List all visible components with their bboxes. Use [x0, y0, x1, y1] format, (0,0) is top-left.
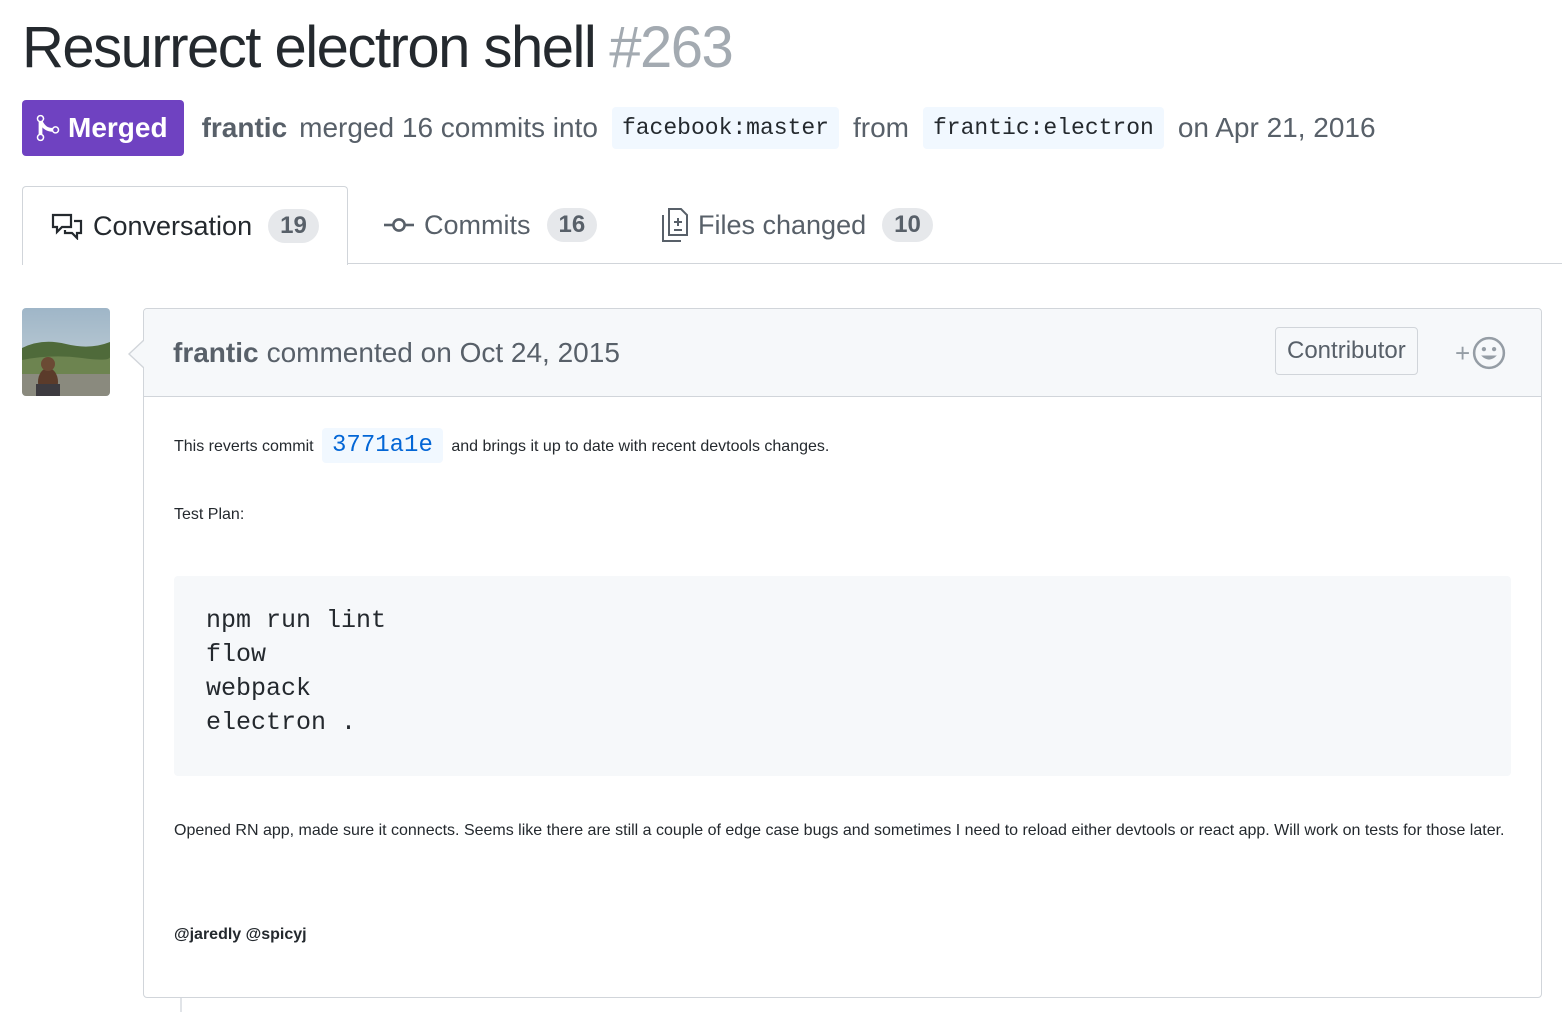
- merge-date: on Apr 21, 2016: [1177, 112, 1376, 143]
- pr-title-text: Resurrect electron shell: [22, 15, 597, 80]
- tab-label: Commits: [424, 209, 531, 240]
- user-mention[interactable]: @spicyj: [246, 926, 307, 943]
- from-text: from: [853, 112, 909, 143]
- text-after-sha: and brings it up to date with recent dev…: [451, 438, 830, 455]
- add-reaction-button[interactable]: +: [1455, 333, 1506, 373]
- timeline-line: [180, 998, 182, 1012]
- pr-tabs: Conversation 19 Commits 16 Files changed…: [22, 186, 1562, 265]
- tab-files-changed[interactable]: Files changed 10: [662, 186, 933, 264]
- head-branch[interactable]: frantic:electron: [923, 107, 1164, 149]
- comment-paragraph: Opened RN app, made sure it connects. Se…: [174, 822, 1505, 839]
- comment-author-link[interactable]: frantic: [173, 337, 259, 369]
- merge-summary: merged 16 commits into: [299, 112, 598, 143]
- pr-author-link[interactable]: frantic: [202, 112, 288, 144]
- comment-timestamp[interactable]: commented on Oct 24, 2015: [267, 337, 620, 369]
- test-plan-heading: Test Plan:: [174, 506, 245, 523]
- page-title: Resurrect electron shell #263: [22, 12, 734, 84]
- tab-label: Files changed: [698, 209, 867, 240]
- diff-icon: [662, 208, 688, 242]
- contributor-badge: Contributor: [1275, 327, 1418, 375]
- state-label: Merged: [68, 112, 168, 143]
- base-branch[interactable]: facebook:master: [611, 107, 839, 149]
- tab-counter: 19: [268, 209, 319, 243]
- comment-header: frantic commented on Oct 24, 2015 Contri…: [144, 309, 1541, 397]
- code-block: npm run lint flow webpack electron .: [174, 576, 1511, 776]
- pr-number: #263: [609, 15, 734, 80]
- comment-box: frantic commented on Oct 24, 2015 Contri…: [128, 308, 1542, 998]
- avatar-image: [22, 308, 110, 396]
- text-before-sha: This reverts commit: [174, 438, 314, 455]
- user-mention[interactable]: @jaredly: [174, 926, 241, 943]
- git-commit-icon: [384, 218, 414, 232]
- git-merge-icon: [36, 114, 60, 142]
- pr-meta: Merged frantic merged 16 commits into fa…: [22, 100, 1380, 156]
- mentions: @jaredly @spicyj: [174, 926, 307, 944]
- commit-sha-link[interactable]: 3771a1e: [322, 428, 443, 463]
- merged-state-badge: Merged: [22, 100, 184, 156]
- tab-counter: 10: [882, 208, 933, 242]
- avatar[interactable]: [22, 308, 110, 396]
- tab-commits[interactable]: Commits 16: [384, 186, 598, 264]
- plus-text: +: [1455, 337, 1471, 368]
- pull-request-page: Resurrect electron shell #263 Merged fran…: [0, 0, 1562, 1012]
- tab-counter: 16: [546, 208, 598, 242]
- comment-paragraph: This reverts commit 3771a1e and brings i…: [174, 428, 830, 463]
- comment-discussion-icon: [51, 213, 83, 240]
- smiley-icon: [1473, 336, 1506, 370]
- tab-conversation[interactable]: Conversation 19: [22, 186, 348, 265]
- tab-label: Conversation: [93, 210, 253, 241]
